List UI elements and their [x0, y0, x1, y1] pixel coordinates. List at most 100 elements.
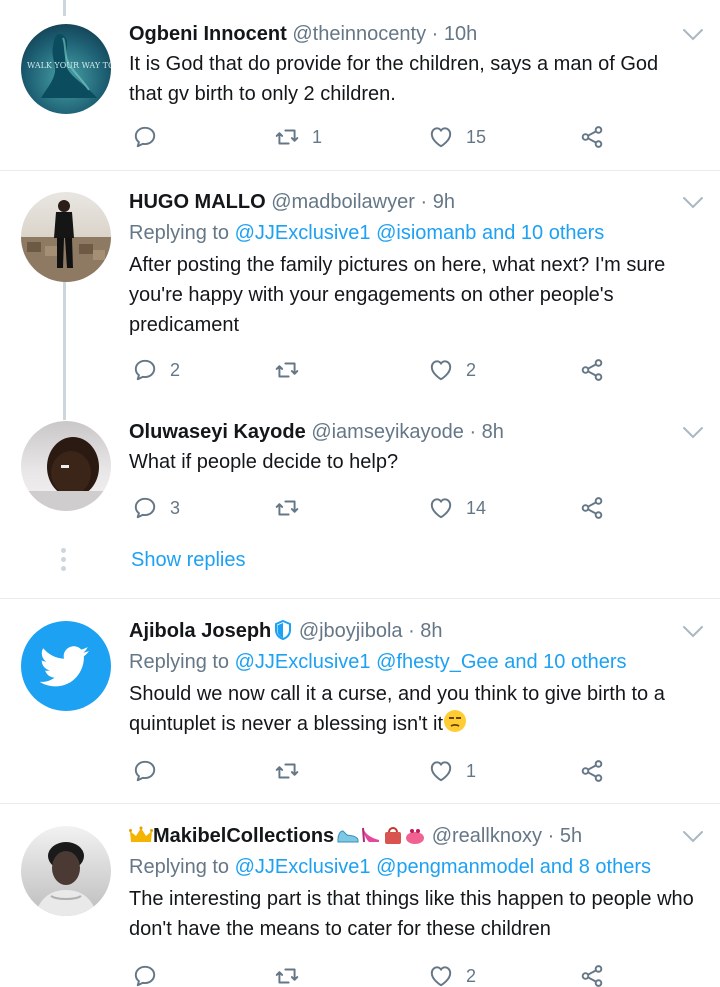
- avatar-image: [21, 437, 111, 511]
- tweet[interactable]: Ajibola Joseph @jboyjibola · 8h Replying…: [0, 599, 720, 803]
- show-replies-link[interactable]: Show replies: [131, 549, 246, 572]
- chevron-down-icon[interactable]: [682, 625, 704, 639]
- heart-icon: [428, 124, 454, 150]
- share-icon: [579, 758, 605, 784]
- like-count: 2: [466, 359, 477, 380]
- like-button[interactable]: 1: [428, 756, 476, 786]
- share-icon: [579, 963, 605, 987]
- reply-count: 3: [170, 497, 181, 518]
- shield-icon: [275, 619, 292, 641]
- retweet-icon: [274, 963, 300, 987]
- tweet[interactable]: MakibelCollections @reallknoxy · 5h Repl…: [0, 804, 720, 987]
- reply-button[interactable]: [132, 961, 170, 987]
- retweet-button[interactable]: [274, 493, 312, 523]
- like-button[interactable]: 2: [428, 355, 476, 385]
- retweet-icon: [274, 758, 300, 784]
- tweet-text: The interesting part is that things like…: [129, 888, 694, 940]
- like-button[interactable]: 14: [428, 493, 486, 523]
- timestamp[interactable]: · 9h: [420, 191, 454, 213]
- share-button[interactable]: [579, 961, 605, 987]
- reply-icon: [132, 758, 158, 784]
- replying-to-label: Replying to: [129, 856, 230, 878]
- heart-icon: [428, 495, 454, 521]
- replying-to-mentions[interactable]: @JJExclusive1 @fhesty_Gee and 10 others: [235, 651, 627, 673]
- share-button[interactable]: [579, 122, 605, 152]
- avatar[interactable]: [21, 421, 111, 511]
- reply-icon: [132, 495, 158, 521]
- reply-icon: [132, 963, 158, 987]
- reply-button[interactable]: [132, 756, 170, 786]
- share-button[interactable]: [579, 756, 605, 786]
- tweet-text: After posting the family pictures on her…: [129, 254, 666, 336]
- chevron-down-icon[interactable]: [682, 426, 704, 440]
- user-handle[interactable]: @reallknoxy: [432, 825, 542, 847]
- like-button[interactable]: 15: [428, 122, 486, 152]
- display-name[interactable]: MakibelCollections: [153, 825, 334, 847]
- retweet-button[interactable]: [274, 756, 312, 786]
- replying-to: Replying to @JJExclusive1 @isiomanb and …: [129, 219, 696, 247]
- thread-dots: [61, 548, 67, 575]
- retweet-count: 1: [312, 126, 323, 147]
- tweet-text: Should we now call it a curse, and you t…: [129, 683, 665, 735]
- avatar[interactable]: [21, 192, 111, 282]
- like-count: 15: [466, 126, 487, 147]
- timestamp[interactable]: · 8h: [408, 620, 442, 642]
- heart-icon: [428, 963, 454, 987]
- avatar[interactable]: [21, 826, 111, 916]
- timestamp[interactable]: · 10h: [432, 23, 478, 45]
- reply-button[interactable]: [132, 122, 170, 152]
- retweet-button[interactable]: 1: [274, 122, 322, 152]
- user-handle[interactable]: @madboilawyer: [271, 191, 415, 213]
- tweet-text: It is God that do provide for the childr…: [129, 53, 659, 105]
- handbag-icon: [385, 827, 402, 844]
- heart-icon: [428, 357, 454, 383]
- timestamp[interactable]: · 8h: [469, 421, 503, 443]
- like-count: 1: [466, 760, 477, 781]
- reply-count: 2: [170, 359, 181, 380]
- retweet-button[interactable]: [274, 355, 312, 385]
- replying-to-mentions[interactable]: @JJExclusive1 @pengmanmodel and 8 others: [235, 856, 651, 878]
- tweet[interactable]: WALK YOUR WAY TO THE TOP Ogbeni Innocent…: [0, 0, 720, 170]
- avatar-image: WALK YOUR WAY TO THE TOP: [27, 34, 111, 98]
- tweet[interactable]: Oluwaseyi Kayode @iamseyikayode · 8h Wha…: [0, 400, 720, 598]
- share-button[interactable]: [579, 493, 605, 523]
- reply-icon: [132, 124, 158, 150]
- reply-button[interactable]: 2: [132, 355, 180, 385]
- replying-to-mentions[interactable]: @JJExclusive1 @isiomanb and 10 others: [235, 222, 605, 244]
- tweet-text: What if people decide to help?: [129, 451, 399, 473]
- heart-icon: [428, 758, 454, 784]
- twitter-bird-icon: [39, 646, 89, 687]
- replying-to: Replying to @JJExclusive1 @fhesty_Gee an…: [129, 648, 696, 676]
- retweet-icon: [274, 495, 300, 521]
- display-name[interactable]: Ajibola Joseph: [129, 620, 271, 642]
- replying-to-label: Replying to: [129, 651, 230, 673]
- tweet[interactable]: HUGO MALLO @madboilawyer · 9h Replying t…: [0, 171, 720, 399]
- sneaker-icon: [337, 830, 359, 843]
- unamused-face-emoji: [444, 710, 466, 732]
- chevron-down-icon[interactable]: [682, 830, 704, 844]
- display-name[interactable]: Ogbeni Innocent: [129, 23, 287, 45]
- purse-icon: [406, 829, 425, 844]
- like-button[interactable]: 2: [428, 961, 476, 987]
- avatar-caption: WALK YOUR WAY TO THE TOP: [27, 61, 111, 70]
- timestamp[interactable]: · 5h: [548, 825, 582, 847]
- avatar[interactable]: WALK YOUR WAY TO THE TOP: [21, 24, 111, 114]
- retweet-button[interactable]: [274, 961, 312, 987]
- avatar-image: [35, 842, 97, 916]
- chevron-down-icon[interactable]: [682, 196, 704, 210]
- share-icon: [579, 495, 605, 521]
- high-heel-icon: [362, 827, 380, 843]
- share-icon: [579, 357, 605, 383]
- user-handle[interactable]: @jboyjibola: [299, 620, 403, 642]
- retweet-icon: [274, 124, 300, 150]
- replying-to: Replying to @JJExclusive1 @pengmanmodel …: [129, 853, 696, 881]
- chevron-down-icon[interactable]: [682, 28, 704, 42]
- avatar[interactable]: [21, 621, 111, 711]
- reply-button[interactable]: 3: [132, 493, 180, 523]
- user-handle[interactable]: @theinnocenty: [292, 23, 426, 45]
- share-button[interactable]: [579, 355, 605, 385]
- crown-icon: [129, 826, 153, 842]
- display-name[interactable]: Oluwaseyi Kayode: [129, 421, 306, 443]
- user-handle[interactable]: @iamseyikayode: [311, 421, 464, 443]
- display-name[interactable]: HUGO MALLO: [129, 191, 266, 213]
